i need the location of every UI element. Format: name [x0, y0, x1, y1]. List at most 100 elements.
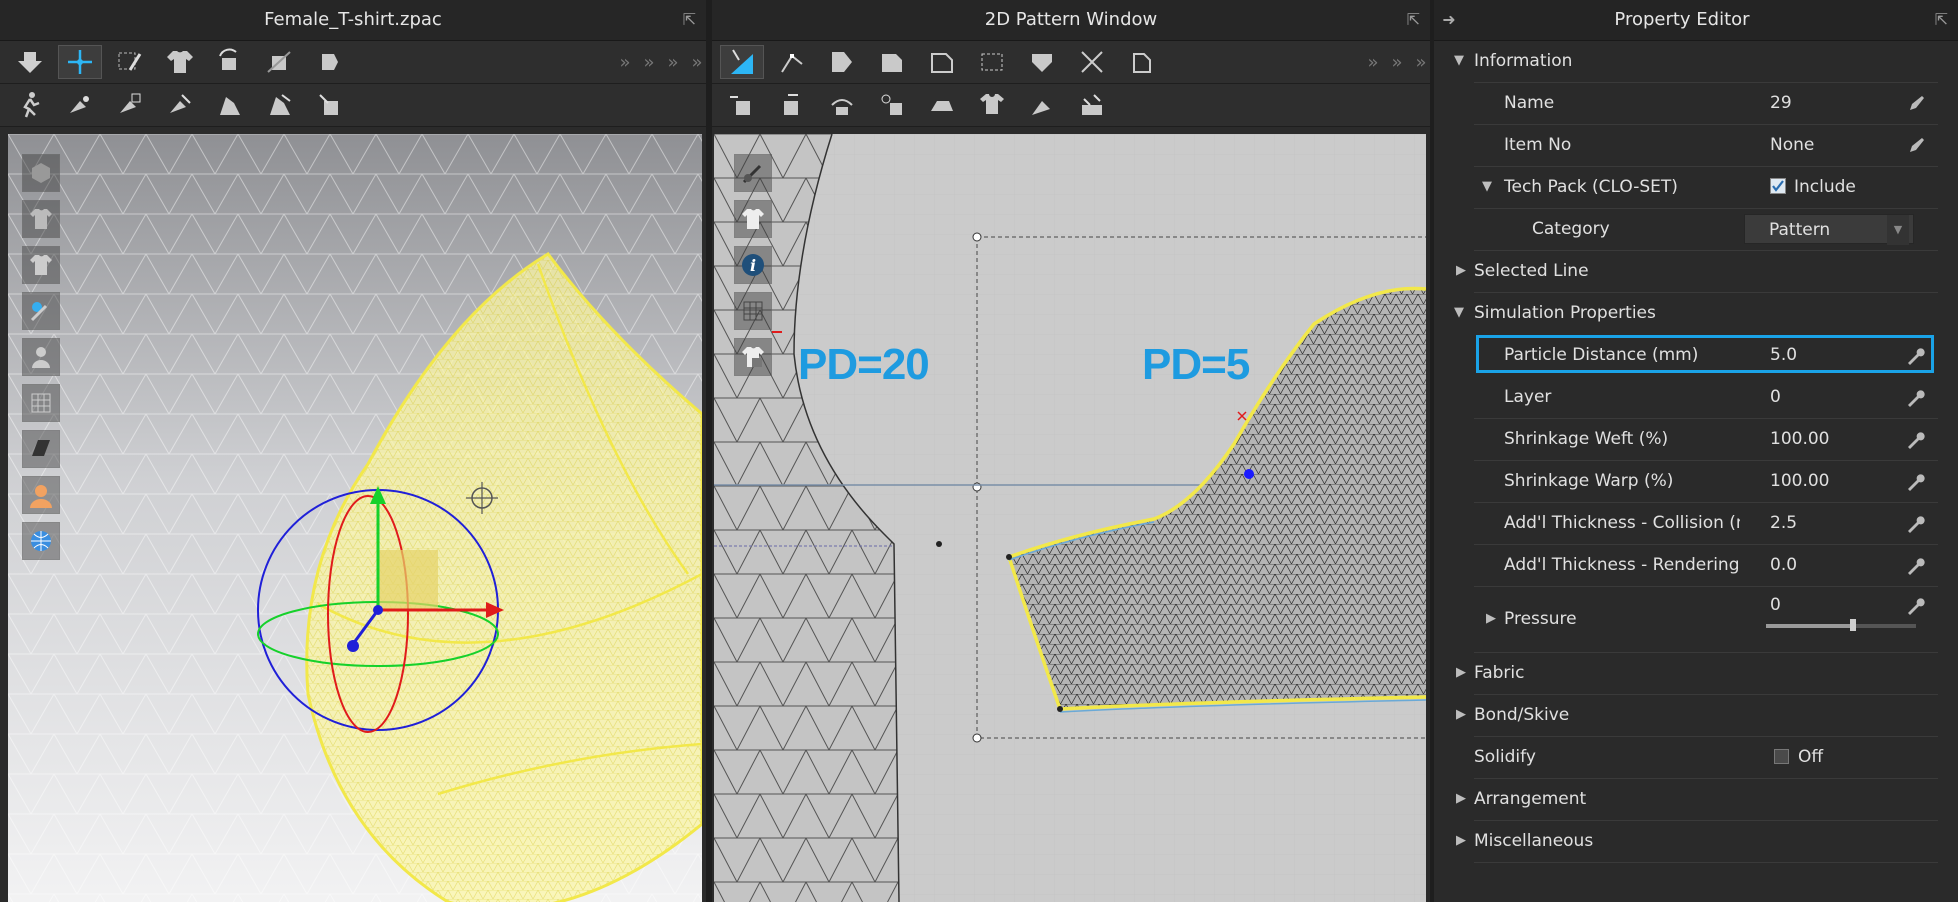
- expand-window-icon[interactable]: ⇱: [1407, 0, 1420, 40]
- edit-point-icon[interactable]: [770, 45, 814, 79]
- polygon-icon[interactable]: [820, 45, 864, 79]
- shrinkage-warp-value[interactable]: 100.00: [1770, 460, 1829, 502]
- name-value[interactable]: 29: [1770, 82, 1792, 124]
- show-garment-icon[interactable]: [22, 200, 60, 238]
- expand-arrow-icon[interactable]: ▼: [1482, 166, 1492, 208]
- select-mesh-icon[interactable]: [108, 45, 152, 79]
- pin-box-icon[interactable]: [108, 88, 152, 122]
- show-garment-2d-icon[interactable]: [734, 200, 772, 238]
- edit-pencil-icon[interactable]: [1908, 124, 1926, 166]
- notch-icon[interactable]: [1070, 45, 1114, 79]
- category-select[interactable]: Pattern ▼: [1744, 214, 1914, 245]
- thickness-collision-value[interactable]: 2.5: [1770, 502, 1797, 544]
- layer-row: Layer 0: [1434, 376, 1958, 418]
- free-sewing-icon[interactable]: [770, 88, 814, 122]
- environment-icon[interactable]: [22, 522, 60, 560]
- move-gizmo-icon[interactable]: [58, 45, 102, 79]
- wrench-icon[interactable]: [1906, 502, 1926, 544]
- wrench-icon[interactable]: [1906, 460, 1926, 502]
- pin-icon[interactable]: [58, 88, 102, 122]
- toolbar-overflow-icon[interactable]: »: [664, 52, 682, 73]
- shrinkage-weft-value[interactable]: 100.00: [1770, 418, 1829, 460]
- pressure-value[interactable]: 0: [1770, 584, 1781, 626]
- show-pins-icon[interactable]: [22, 292, 60, 330]
- tack-icon[interactable]: [158, 88, 202, 122]
- particle-distance-value[interactable]: 5.0: [1770, 334, 1797, 376]
- 2d-pattern-title: 2D Pattern Window: [984, 9, 1158, 30]
- expand-arrow-icon: ▶: [1456, 791, 1466, 806]
- iron-icon[interactable]: [920, 88, 964, 122]
- wrench-icon[interactable]: [1906, 334, 1926, 376]
- rectangle-icon[interactable]: [870, 45, 914, 79]
- dart-icon[interactable]: [970, 45, 1014, 79]
- internal-polygon-icon[interactable]: [920, 45, 964, 79]
- info-icon[interactable]: i: [734, 246, 772, 284]
- pressure-row: ▶ Pressure 0: [1434, 586, 1958, 652]
- garment-icon[interactable]: [158, 45, 202, 79]
- solidify-checkbox[interactable]: [1774, 749, 1789, 764]
- avatar-measure-icon[interactable]: [258, 88, 302, 122]
- expand-window-icon[interactable]: ⇱: [683, 0, 696, 40]
- divider: [1474, 862, 1938, 863]
- tack-2d-icon[interactable]: [870, 88, 914, 122]
- show-mesh-2d-icon[interactable]: [734, 292, 772, 330]
- edit-pencil-icon[interactable]: [1908, 82, 1926, 124]
- fold-icon[interactable]: [258, 45, 302, 79]
- collapse-panel-icon[interactable]: ➜: [1434, 0, 1464, 40]
- section-simulation-properties[interactable]: ▼ Simulation Properties: [1434, 292, 1958, 334]
- wrench-icon[interactable]: [1906, 584, 1926, 626]
- section-miscellaneous[interactable]: ▶ Miscellaneous: [1434, 820, 1958, 862]
- fold-arrangement-icon[interactable]: [308, 45, 352, 79]
- expand-window-icon[interactable]: ⇱: [1935, 0, 1948, 40]
- wrench-icon[interactable]: [1906, 544, 1926, 586]
- section-arrangement[interactable]: ▶ Arrangement: [1434, 778, 1958, 820]
- show-pattern-icon[interactable]: [734, 154, 772, 192]
- section-fabric[interactable]: ▶ Fabric: [1434, 652, 1958, 694]
- transform-pattern-icon[interactable]: [720, 45, 764, 79]
- chevron-down-icon: ▼: [1887, 215, 1909, 245]
- seam-icon[interactable]: [1120, 45, 1164, 79]
- 3d-toolbar-row-2: [0, 84, 706, 127]
- rotate-pattern-icon[interactable]: [208, 45, 252, 79]
- 2d-viewport[interactable]: PD=20 PD=5 i: [714, 134, 1426, 902]
- expand-arrow-icon[interactable]: ▶: [1486, 598, 1496, 640]
- item-no-value[interactable]: None: [1770, 124, 1814, 166]
- toolbar-overflow-icon[interactable]: »: [616, 52, 634, 73]
- avatar-icon[interactable]: [22, 476, 60, 514]
- segment-sewing-icon[interactable]: [720, 88, 764, 122]
- layer-value[interactable]: 0: [1770, 376, 1781, 418]
- pose-icon[interactable]: [8, 88, 52, 122]
- pressure-slider-thumb[interactable]: [1850, 619, 1856, 631]
- toolbar-overflow-icon[interactable]: »: [1412, 52, 1430, 73]
- wrench-icon[interactable]: [1906, 376, 1926, 418]
- show-shirt-icon[interactable]: [22, 246, 60, 284]
- property-editor-title: Property Editor: [1614, 9, 1750, 30]
- section-bond-skive[interactable]: ▶ Bond/Skive: [1434, 694, 1958, 736]
- toolbar-overflow-icon[interactable]: »: [640, 52, 658, 73]
- pressure-slider[interactable]: [1766, 619, 1916, 631]
- fold-2d-icon[interactable]: [1020, 88, 1064, 122]
- lock-pattern-icon[interactable]: [734, 338, 772, 376]
- trace-icon[interactable]: [1020, 45, 1064, 79]
- wrench-icon[interactable]: [1906, 418, 1926, 460]
- toolbar-overflow-icon[interactable]: »: [1388, 52, 1406, 73]
- 3d-viewport[interactable]: [8, 134, 702, 902]
- section-information[interactable]: ▼ Information: [1434, 40, 1958, 82]
- toolbar-overflow-icon[interactable]: »: [688, 52, 706, 73]
- toolbar-overflow-icon[interactable]: »: [1364, 52, 1382, 73]
- show-avatar-icon[interactable]: [22, 338, 60, 376]
- category-value: Pattern: [1769, 220, 1831, 240]
- section-selected-line[interactable]: ▶ Selected Line: [1434, 250, 1958, 292]
- show-texture-icon[interactable]: [22, 430, 60, 468]
- down-arrow-icon[interactable]: [8, 45, 52, 79]
- show-mesh-icon[interactable]: [22, 384, 60, 422]
- name-label: Name: [1504, 93, 1555, 113]
- steam-icon[interactable]: [208, 88, 252, 122]
- thickness-rendering-value[interactable]: 0.0: [1770, 544, 1797, 586]
- check-sewing-icon[interactable]: [820, 88, 864, 122]
- puckering-icon[interactable]: [1070, 88, 1114, 122]
- view-cube-icon[interactable]: [22, 154, 60, 192]
- include-checkbox[interactable]: [1770, 178, 1786, 194]
- show-avatar-icon[interactable]: [970, 88, 1014, 122]
- measure-icon[interactable]: [308, 88, 352, 122]
